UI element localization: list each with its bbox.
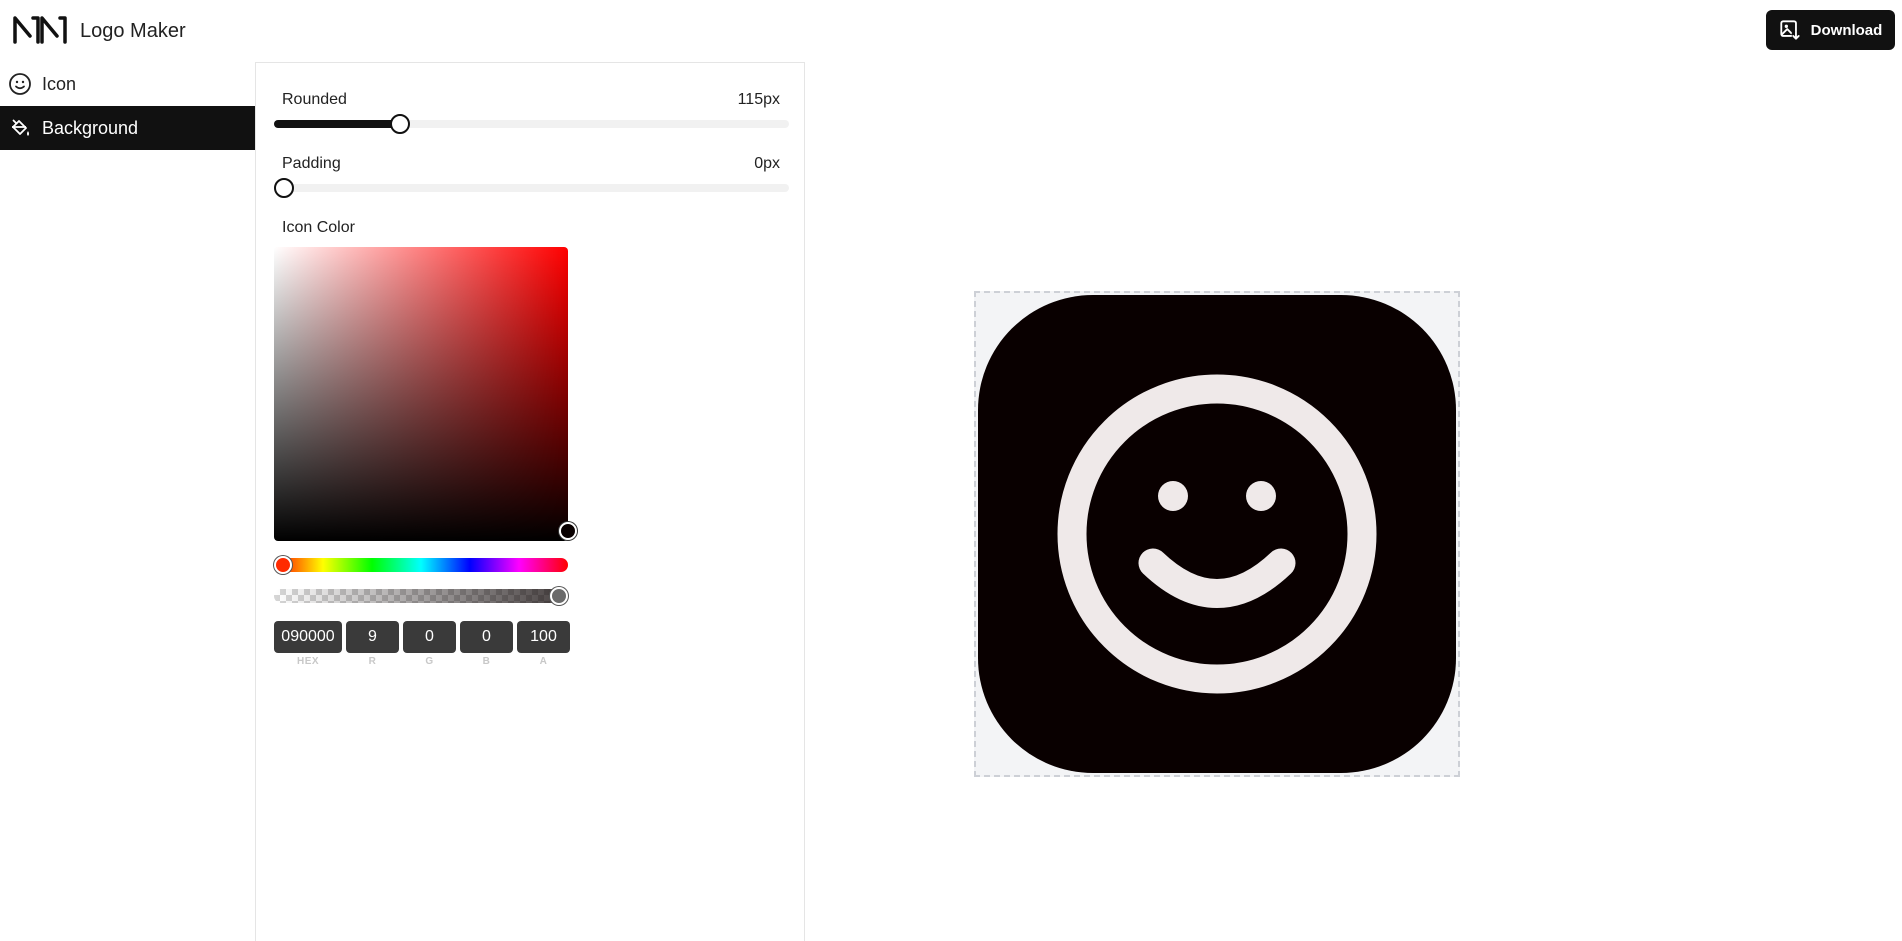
download-button[interactable]: Download [1766,10,1895,50]
image-download-icon [1780,20,1800,41]
hex-field: HEX [274,621,342,667]
alpha-slider[interactable] [274,587,568,605]
color-saturation-area[interactable] [274,247,577,541]
app-title: Logo Maker [80,20,186,42]
sidebar: Icon Background [0,62,255,150]
rounded-label: Rounded [282,91,347,108]
b-label: B [482,656,491,667]
padding-value: 0px [754,155,780,172]
app-logo [12,14,68,44]
padding-slider-thumb[interactable] [274,178,294,198]
a-field: A [517,621,570,667]
rounded-slider-fill [274,120,396,128]
a-input[interactable] [517,621,570,653]
padding-slider[interactable] [274,178,789,198]
sidebar-item-label: Background [42,117,139,138]
rounded-slider-thumb[interactable] [390,114,411,134]
g-input[interactable] [403,621,456,653]
g-field: G [403,621,456,667]
hue-slider-thumb[interactable] [274,556,292,574]
smiley-icon [9,73,31,95]
color-inputs: HEX R G B A [274,621,570,667]
r-label: R [368,656,377,667]
color-saturation-thumb[interactable] [559,521,577,540]
a-label: A [539,656,548,667]
rounded-value: 115px [737,91,780,108]
padding-label: Padding [282,155,341,172]
header: Logo Maker Download [0,0,1902,62]
r-input[interactable] [346,621,399,653]
b-field: B [460,621,513,667]
r-field: R [346,621,399,667]
download-label: Download [1810,21,1883,39]
icon-color-label: Icon Color [282,219,355,236]
smiley-icon [1057,374,1377,694]
sidebar-item-background[interactable]: Background [0,106,255,150]
logo-preview-canvas [974,291,1460,777]
hue-slider[interactable] [274,556,568,574]
hex-input[interactable] [274,621,342,653]
alpha-slider-thumb[interactable] [550,587,568,605]
b-input[interactable] [460,621,513,653]
alpha-gradient [274,589,568,603]
sidebar-item-label: Icon [42,73,77,94]
rounded-slider[interactable] [274,114,789,134]
paint-bucket-icon [12,119,29,136]
settings-panel: Rounded 115px Padding 0px Icon Color HEX [255,62,805,941]
hex-label: HEX [296,656,320,667]
sidebar-item-icon[interactable]: Icon [0,62,255,106]
logo-mark-icon [13,16,67,44]
app-root: Logo Maker Download Icon Background Roun… [0,0,1902,941]
g-label: G [425,656,434,667]
logo-background [978,295,1456,773]
